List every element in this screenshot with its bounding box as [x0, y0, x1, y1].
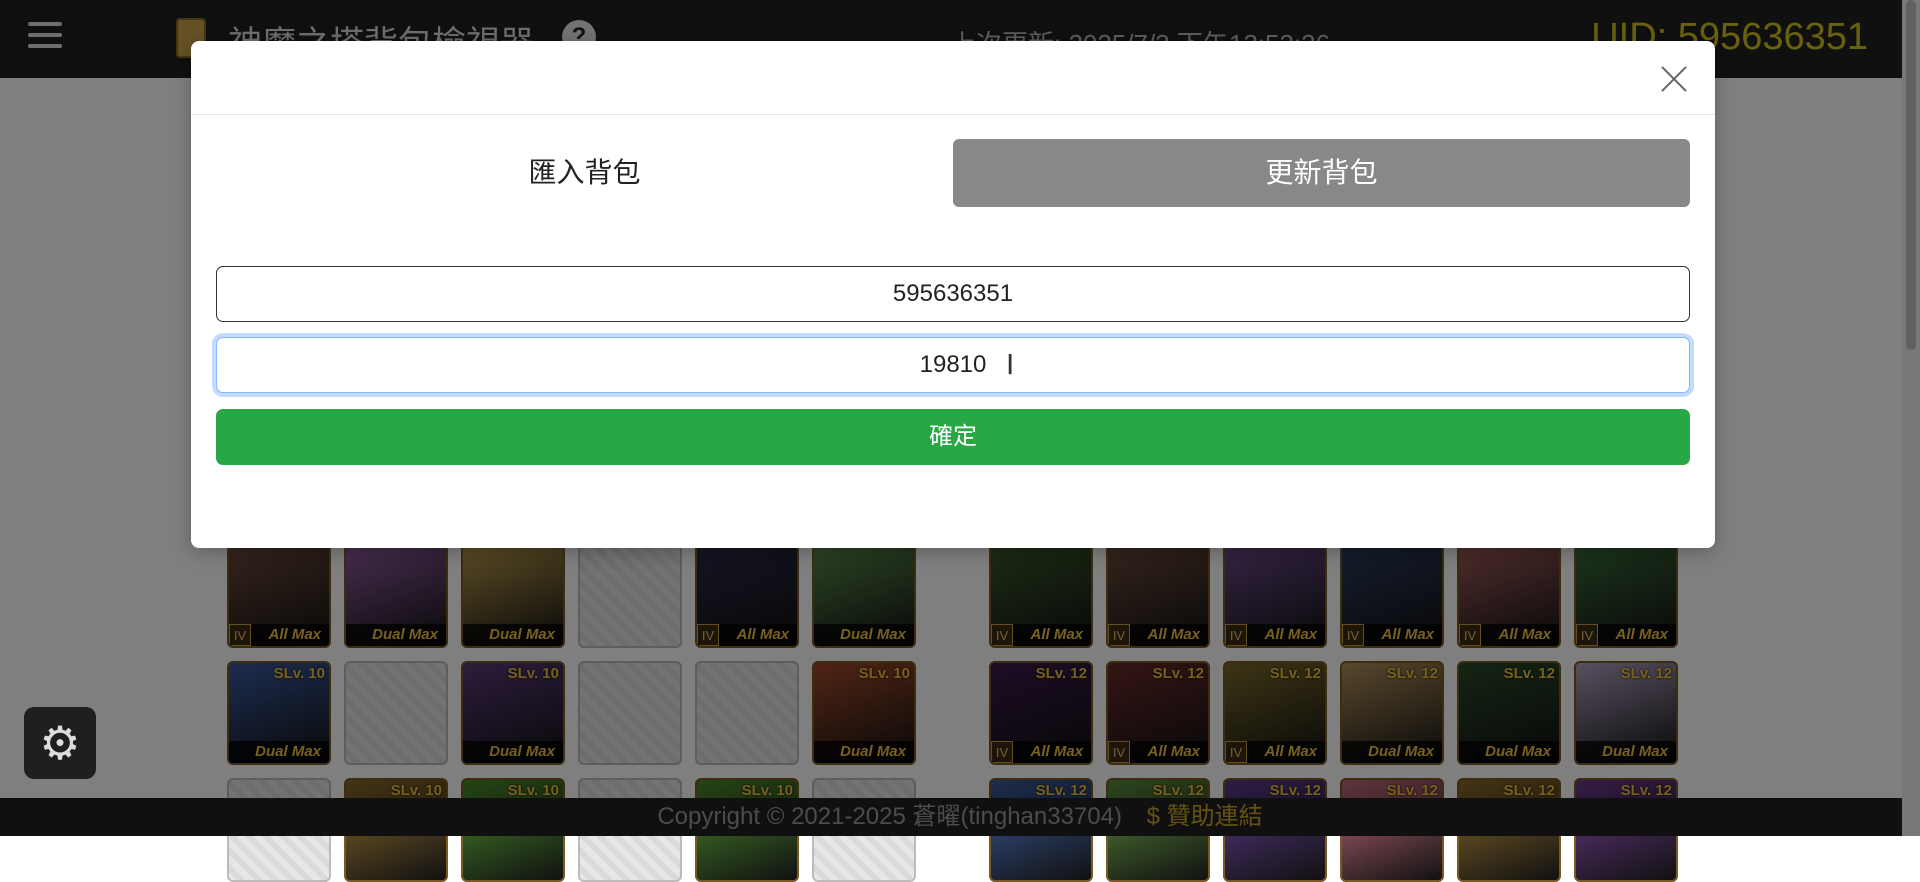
uid-input[interactable]	[216, 266, 1690, 322]
modal-header	[191, 41, 1715, 115]
close-x-icon[interactable]	[1657, 61, 1691, 95]
tab-import-inventory[interactable]: 匯入背包	[216, 139, 953, 207]
text-cursor-icon: I	[1006, 348, 1015, 381]
verification-code-input[interactable]	[216, 337, 1690, 393]
gear-icon[interactable]: ⚙	[24, 707, 96, 779]
modal-tabs: 匯入背包 更新背包	[216, 139, 1690, 207]
confirm-button[interactable]: 確定	[216, 409, 1690, 465]
tab-update-inventory[interactable]: 更新背包	[953, 139, 1690, 207]
update-inventory-modal: 匯入背包 更新背包 確定	[191, 41, 1715, 548]
